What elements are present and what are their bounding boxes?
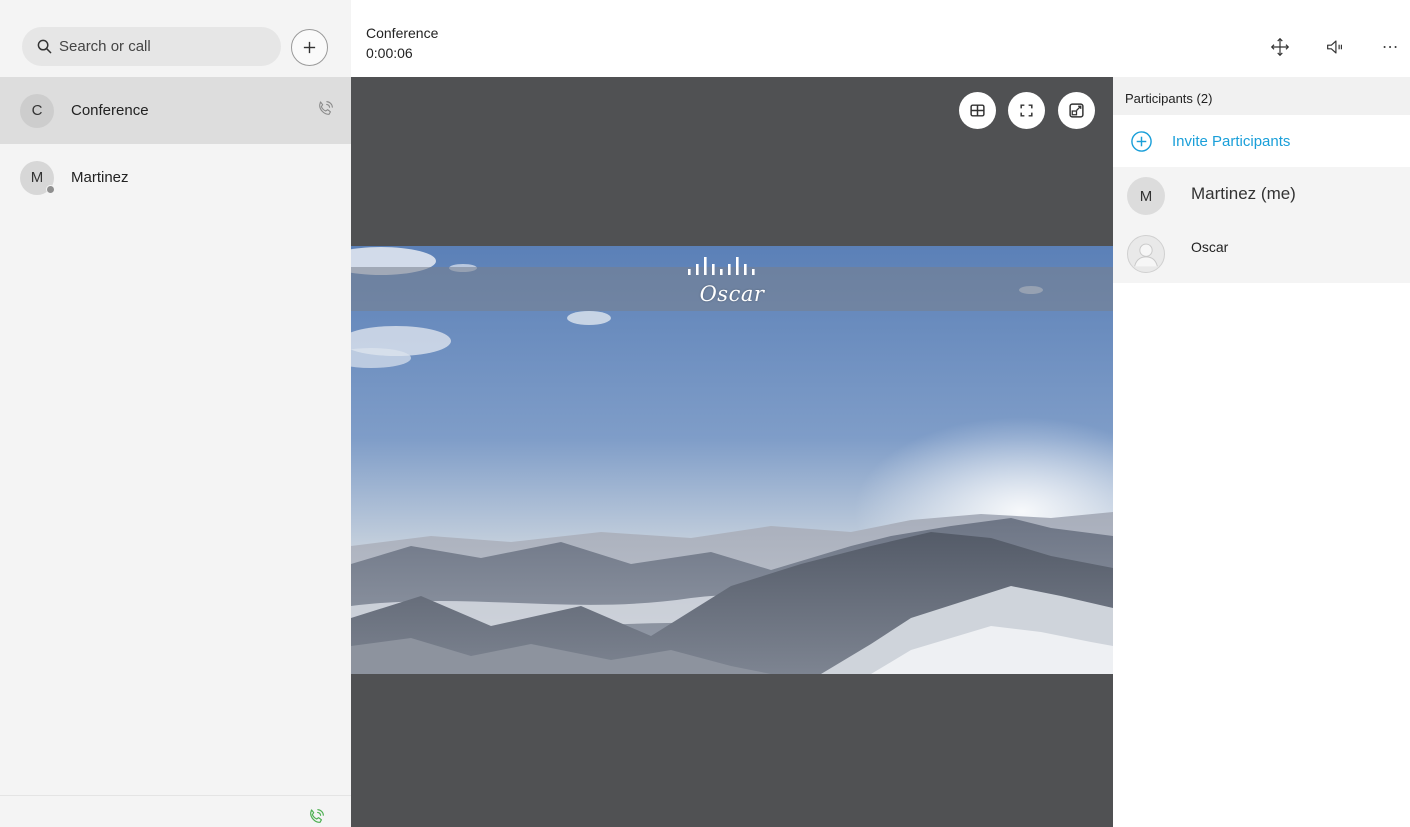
- avatar-initial: C: [31, 102, 43, 119]
- presence-indicator: [46, 184, 55, 194]
- conversation-name: Conference: [71, 102, 149, 119]
- fullscreen-icon: [1020, 104, 1033, 117]
- invite-participants-label: Invite Participants: [1172, 132, 1291, 150]
- cisco-logo-icon: [688, 257, 755, 275]
- conversation-item-martinez[interactable]: M Martinez: [0, 144, 351, 211]
- avatar: M: [1127, 177, 1165, 215]
- add-button[interactable]: [291, 29, 328, 66]
- call-header: Conference 0:00:06: [351, 0, 1410, 77]
- avatar: M: [20, 160, 55, 195]
- participant-name: Martinez (me): [1191, 184, 1296, 203]
- conversation-item-conference[interactable]: C Conference: [0, 77, 351, 144]
- phone-icon[interactable]: [306, 807, 326, 827]
- avatar: [1127, 235, 1165, 273]
- plus-icon: [303, 41, 316, 54]
- conversation-name: Martinez: [71, 169, 129, 186]
- add-circle-icon: [1131, 130, 1152, 152]
- invite-participants-button[interactable]: Invite Participants: [1113, 115, 1410, 167]
- move-icon[interactable]: [1269, 36, 1291, 58]
- participants-header: Participants (2): [1113, 77, 1410, 115]
- conversation-list: C Conference M Martinez: [0, 77, 351, 211]
- participant-item-oscar[interactable]: Oscar: [1113, 225, 1410, 283]
- search-row: [0, 0, 351, 77]
- participant-item-martinez[interactable]: M Martinez (me): [1113, 167, 1410, 225]
- default-avatar-icon: [1134, 243, 1158, 267]
- video-brand: Oscar: [351, 255, 1113, 306]
- more-icon[interactable]: [1380, 36, 1402, 58]
- sidebar-footer: [0, 795, 351, 827]
- avatar: C: [20, 93, 54, 128]
- sidebar: C Conference M Martinez: [0, 0, 351, 827]
- grid-layout-button[interactable]: [959, 92, 996, 129]
- phone-icon[interactable]: [315, 99, 335, 119]
- video-participant-name: Oscar: [699, 282, 765, 306]
- participant-name: Oscar: [1191, 239, 1229, 255]
- search-icon: [37, 39, 52, 54]
- avatar-initial: M: [30, 169, 44, 186]
- call-timer: 0:00:06: [366, 45, 413, 61]
- search-input[interactable]: [59, 38, 259, 55]
- participant-list: M Martinez (me) Oscar: [1113, 167, 1410, 283]
- popout-icon: [1069, 103, 1084, 118]
- search-box[interactable]: [22, 27, 281, 66]
- avatar-initial: M: [1139, 187, 1153, 205]
- speaker-icon[interactable]: [1324, 36, 1346, 58]
- popout-button[interactable]: [1058, 92, 1095, 129]
- video-stage: Oscar: [351, 77, 1113, 827]
- participants-panel: Participants (2) Invite Participants M M…: [1113, 77, 1410, 827]
- fullscreen-button[interactable]: [1008, 92, 1045, 129]
- call-title: Conference: [366, 25, 439, 41]
- grid-layout-icon: [970, 104, 985, 117]
